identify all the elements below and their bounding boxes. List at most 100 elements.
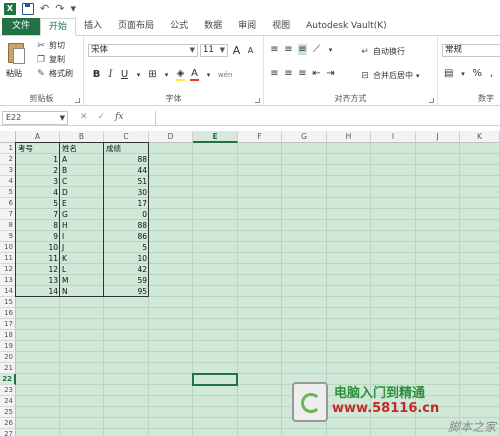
column-header-i[interactable]: I	[371, 131, 416, 143]
row-header-3[interactable]: 3	[0, 165, 16, 176]
chevron-down-icon[interactable]: ▾	[162, 71, 171, 79]
table-cell[interactable]: 3	[16, 176, 60, 187]
row-header-13[interactable]: 13	[0, 275, 16, 286]
align-top-icon[interactable]: ≡	[270, 44, 279, 55]
row-header-8[interactable]: 8	[0, 220, 16, 231]
underline-button[interactable]: U	[120, 69, 129, 80]
row-header-21[interactable]: 21	[0, 363, 16, 374]
name-box[interactable]: E22 ▼	[2, 111, 68, 125]
dialog-launcher-icon[interactable]	[75, 98, 80, 103]
table-cell[interactable]: 11	[16, 253, 60, 264]
merge-center-button[interactable]: ⊟ 合并后居中 ▾	[360, 70, 419, 81]
align-bottom-icon[interactable]: ≡	[298, 44, 307, 55]
insert-function-button[interactable]: fx	[115, 112, 123, 122]
table-cell[interactable]: B	[60, 165, 104, 176]
tab-data[interactable]: 数据	[196, 18, 230, 35]
table-cell[interactable]: 姓名	[60, 143, 104, 154]
table-cell[interactable]: 9	[16, 231, 60, 242]
table-cell[interactable]: A	[60, 154, 104, 165]
row-header-22[interactable]: 22	[0, 374, 16, 385]
row-header-1[interactable]: 1	[0, 143, 16, 154]
table-cell[interactable]: 88	[104, 154, 149, 165]
table-cell[interactable]: 42	[104, 264, 149, 275]
table-cell[interactable]: 10	[16, 242, 60, 253]
table-cell[interactable]: 44	[104, 165, 149, 176]
table-cell[interactable]: I	[60, 231, 104, 242]
table-cell[interactable]: 86	[104, 231, 149, 242]
tab-file[interactable]: 文件	[2, 18, 41, 35]
active-cell[interactable]	[192, 373, 238, 386]
undo-icon[interactable]: ↶	[40, 3, 49, 15]
table-cell[interactable]: 10	[104, 253, 149, 264]
table-cell[interactable]: 考号	[16, 143, 60, 154]
align-right-icon[interactable]: ≡	[298, 68, 307, 79]
tab-insert[interactable]: 插入	[76, 18, 110, 35]
row-header-12[interactable]: 12	[0, 264, 16, 275]
table-cell[interactable]: 2	[16, 165, 60, 176]
shrink-font-button[interactable]: A	[246, 46, 255, 55]
table-cell[interactable]: K	[60, 253, 104, 264]
table-cell[interactable]: J	[60, 242, 104, 253]
tab-formulas[interactable]: 公式	[162, 18, 196, 35]
phonetic-button[interactable]: wén	[218, 71, 232, 79]
column-header-c[interactable]: C	[104, 131, 149, 143]
font-size-select[interactable]: 11 ▼	[200, 44, 228, 57]
cut-button[interactable]: ✂ 剪切	[36, 40, 65, 51]
column-header-j[interactable]: J	[416, 131, 460, 143]
orientation-icon[interactable]: ⟋	[312, 44, 321, 55]
dialog-launcher-icon[interactable]	[429, 98, 434, 103]
row-header-23[interactable]: 23	[0, 385, 16, 396]
table-cell[interactable]: D	[60, 187, 104, 198]
row-header-10[interactable]: 10	[0, 242, 16, 253]
select-all-button[interactable]	[0, 131, 16, 143]
paste-button[interactable]	[6, 40, 28, 66]
row-header-5[interactable]: 5	[0, 187, 16, 198]
fill-color-icon[interactable]: ◈	[176, 68, 185, 81]
table-cell[interactable]: 14	[16, 286, 60, 297]
decrease-indent-icon[interactable]: ⇤	[312, 68, 321, 79]
format-painter-button[interactable]: ✎ 格式刷	[36, 68, 73, 79]
table-cell[interactable]: 5	[16, 198, 60, 209]
chevron-down-icon[interactable]: ▾	[204, 71, 213, 79]
column-header-k[interactable]: K	[460, 131, 500, 143]
table-cell[interactable]: 8	[16, 220, 60, 231]
table-cell[interactable]: C	[60, 176, 104, 187]
row-header-15[interactable]: 15	[0, 297, 16, 308]
italic-button[interactable]: I	[106, 69, 115, 80]
table-cell[interactable]: H	[60, 220, 104, 231]
table-cell[interactable]: 5	[104, 242, 149, 253]
borders-icon[interactable]: ⊞	[148, 69, 157, 80]
row-header-20[interactable]: 20	[0, 352, 16, 363]
tab-review[interactable]: 审阅	[230, 18, 264, 35]
column-header-a[interactable]: A	[16, 131, 60, 143]
row-header-24[interactable]: 24	[0, 396, 16, 407]
enter-icon[interactable]: ✓	[98, 112, 106, 122]
row-header-25[interactable]: 25	[0, 407, 16, 418]
table-cell[interactable]: 13	[16, 275, 60, 286]
row-header-2[interactable]: 2	[0, 154, 16, 165]
font-color-button[interactable]: A	[190, 68, 199, 81]
column-header-g[interactable]: G	[282, 131, 327, 143]
font-name-select[interactable]: 宋体 ▼	[88, 44, 198, 57]
table-cell[interactable]: N	[60, 286, 104, 297]
row-header-4[interactable]: 4	[0, 176, 16, 187]
row-header-19[interactable]: 19	[0, 341, 16, 352]
table-cell[interactable]: 88	[104, 220, 149, 231]
formula-input[interactable]	[155, 111, 498, 125]
increase-indent-icon[interactable]: ⇥	[326, 68, 335, 79]
row-header-26[interactable]: 26	[0, 418, 16, 429]
table-cell[interactable]: 成绩	[104, 143, 149, 154]
dialog-launcher-icon[interactable]	[255, 98, 260, 103]
table-cell[interactable]: E	[60, 198, 104, 209]
tab-home[interactable]: 开始	[40, 18, 77, 36]
chevron-down-icon[interactable]: ▾	[134, 71, 143, 79]
save-icon[interactable]	[22, 3, 34, 15]
table-cell[interactable]: 17	[104, 198, 149, 209]
row-header-18[interactable]: 18	[0, 330, 16, 341]
column-header-f[interactable]: F	[238, 131, 282, 143]
number-format-select[interactable]: 常规	[442, 44, 500, 57]
table-cell[interactable]: 51	[104, 176, 149, 187]
column-header-h[interactable]: H	[327, 131, 371, 143]
row-header-7[interactable]: 7	[0, 209, 16, 220]
percent-button[interactable]: %	[472, 68, 482, 79]
